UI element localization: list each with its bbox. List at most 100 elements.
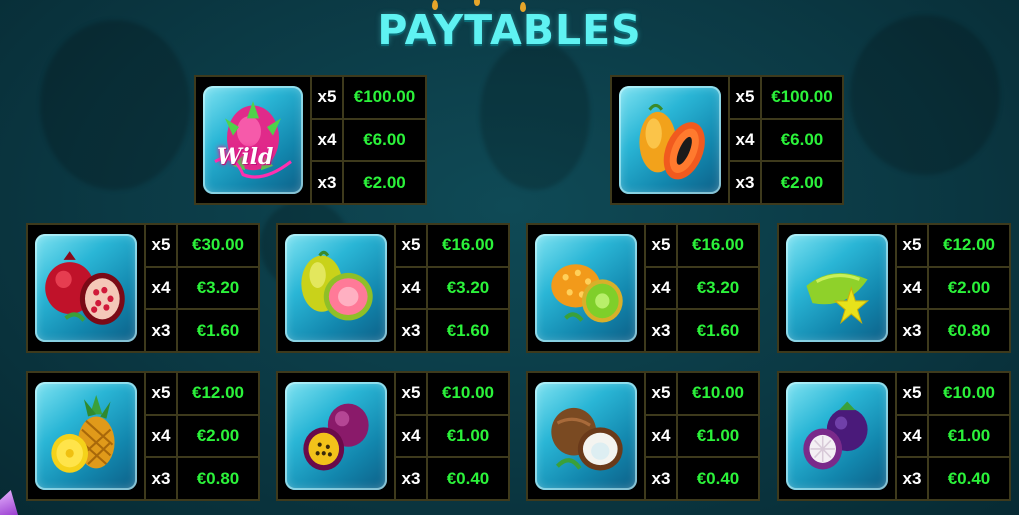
background-fruit-shape [480, 40, 590, 190]
payout-row: x3 €0.40 [897, 458, 1009, 500]
pomegranate-icon [35, 234, 137, 342]
passionfruit-icon [285, 382, 387, 490]
pineapple-icon [35, 382, 137, 490]
paytable-card-coconut: x5 €10.00 x4 €1.00 x3 €0.40 [526, 371, 760, 501]
payout-row: x3 €0.40 [396, 458, 508, 500]
payout-row: x4 €2.00 [146, 415, 258, 459]
multiplier-label: x4 [646, 415, 678, 457]
payout-value: €10.00 [442, 383, 494, 403]
multiplier-label: x5 [897, 373, 929, 414]
payout-value: €100.00 [353, 87, 416, 107]
payout-row: x4 €3.20 [146, 267, 258, 311]
coconut-icon [535, 382, 637, 490]
payout-value: €2.00 [947, 278, 991, 297]
paytable-card-papaya: x5 €100.00 x4 €6.00 x3 €2.00 [610, 75, 844, 205]
payout-row: x4 €2.00 [897, 267, 1009, 311]
payout-row: x5 €10.00 [897, 373, 1009, 416]
multiplier-label: x5 [312, 77, 344, 118]
multiplier-label: x3 [312, 162, 344, 204]
payout-value: €1.60 [196, 320, 240, 340]
multiplier-label: x3 [146, 310, 178, 352]
payout-value: €1.60 [446, 320, 490, 340]
payout-row: x4 €6.00 [730, 119, 842, 163]
multiplier-label: x4 [897, 267, 929, 309]
payout-value: €12.00 [943, 235, 995, 255]
multiplier-label: x5 [897, 225, 929, 266]
multiplier-label: x4 [146, 267, 178, 309]
multiplier-label: x4 [146, 415, 178, 457]
payout-value: €3.20 [196, 278, 240, 297]
symbol-cell [28, 373, 146, 499]
payout-row: x3 €0.80 [146, 458, 258, 500]
multiplier-label: x3 [646, 310, 678, 352]
paytable-card-starfruit: x5 €12.00 x4 €2.00 x3 €0.80 [777, 223, 1011, 353]
payout-value: €0.80 [196, 468, 240, 488]
payout-value: €1.60 [696, 320, 740, 340]
payout-row: x3 €2.00 [730, 162, 842, 204]
multiplier-label: x4 [312, 119, 344, 161]
payout-row: x4 €3.20 [396, 267, 508, 311]
payout-value: €10.00 [692, 383, 744, 403]
payout-value: €16.00 [692, 235, 744, 255]
corner-gem-icon [0, 490, 18, 515]
multiplier-label: x3 [730, 162, 762, 204]
payout-row: x4 €1.00 [396, 415, 508, 459]
starfruit-icon [786, 234, 888, 342]
multiplier-label: x5 [146, 373, 178, 414]
page-title: PAYTABLES [377, 6, 642, 54]
payout-row: x5 €30.00 [146, 225, 258, 268]
payout-row: x3 €1.60 [146, 310, 258, 352]
payout-value: €100.00 [771, 87, 833, 107]
payout-value: €6.00 [780, 130, 824, 149]
payout-row: x4 €6.00 [312, 119, 425, 163]
dragon-fruit-icon: Wild [203, 86, 303, 194]
symbol-cell: Wild [196, 77, 312, 203]
paytable-card-pomegranate: x5 €30.00 x4 €3.20 x3 €1.60 [26, 223, 260, 353]
multiplier-label: x3 [897, 310, 929, 352]
multiplier-label: x5 [730, 77, 762, 118]
paytable-card-passionfruit: x5 €10.00 x4 €1.00 x3 €0.40 [276, 371, 510, 501]
multiplier-label: x4 [730, 119, 762, 161]
payout-value: €0.40 [947, 468, 991, 488]
paytable-card-pineapple: x5 €12.00 x4 €2.00 x3 €0.80 [26, 371, 260, 501]
multiplier-label: x3 [396, 458, 428, 500]
payout-row: x5 €10.00 [646, 373, 758, 416]
payout-row: x5 €10.00 [396, 373, 508, 416]
multiplier-label: x5 [646, 373, 678, 414]
multiplier-label: x4 [646, 267, 678, 309]
payout-row: x3 €1.60 [396, 310, 508, 352]
payout-row: x4 €1.00 [646, 415, 758, 459]
wild-label: Wild [217, 144, 274, 170]
symbol-cell [528, 373, 646, 499]
multiplier-label: x5 [396, 225, 428, 266]
multiplier-label: x5 [146, 225, 178, 266]
symbol-cell [28, 225, 146, 351]
guava-icon [285, 234, 387, 342]
payout-row: x3 €2.00 [312, 162, 425, 204]
payout-value: €1.00 [947, 426, 991, 445]
multiplier-label: x3 [646, 458, 678, 500]
payout-value: €2.00 [780, 172, 824, 192]
multiplier-label: x3 [146, 458, 178, 500]
payout-value: €0.40 [696, 468, 740, 488]
multiplier-label: x4 [396, 415, 428, 457]
payout-value: €30.00 [192, 235, 244, 255]
payout-row: x5 €12.00 [146, 373, 258, 416]
multiplier-label: x4 [897, 415, 929, 457]
payout-row: x5 €12.00 [897, 225, 1009, 268]
payout-value: €16.00 [442, 235, 494, 255]
symbol-cell [779, 225, 897, 351]
multiplier-label: x5 [646, 225, 678, 266]
payout-row: x5 €16.00 [396, 225, 508, 268]
mangosteen-icon [786, 382, 888, 490]
payout-value: €6.00 [363, 130, 406, 149]
multiplier-label: x3 [897, 458, 929, 500]
symbol-cell [528, 225, 646, 351]
payout-row: x3 €1.60 [646, 310, 758, 352]
payout-value: €2.00 [363, 172, 406, 192]
multiplier-label: x4 [396, 267, 428, 309]
payout-row: x3 €0.40 [646, 458, 758, 500]
symbol-cell [779, 373, 897, 499]
payout-value: €10.00 [943, 383, 995, 403]
payout-row: x5 €16.00 [646, 225, 758, 268]
